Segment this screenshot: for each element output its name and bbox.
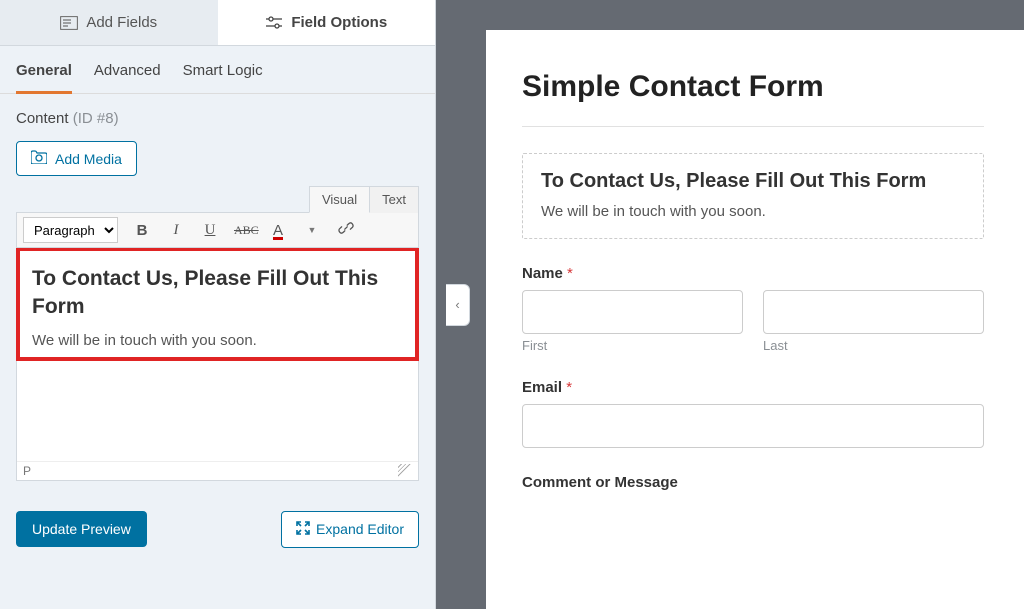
editor-tabs: Visual Text (16, 186, 419, 213)
comment-label: Comment or Message (522, 474, 984, 491)
comment-field-group: Comment or Message (522, 474, 984, 491)
intro-paragraph: We will be in touch with you soon. (541, 203, 965, 220)
content-id: (ID #8) (73, 110, 119, 127)
preview-page: Simple Contact Form To Contact Us, Pleas… (486, 30, 1024, 609)
add-media-button[interactable]: Add Media (16, 141, 137, 176)
text-color-button[interactable]: A (268, 222, 288, 239)
editor-toolbar: Paragraph B I U ABC A ▼ (16, 212, 419, 248)
tab-label: Field Options (291, 14, 387, 31)
email-field-group: Email * (522, 379, 984, 448)
top-tabs: Add Fields Field Options (0, 0, 435, 46)
preview-canvas: Simple Contact Form To Contact Us, Pleas… (456, 0, 1024, 609)
editor-bottom[interactable]: P (16, 361, 419, 481)
divider (522, 126, 984, 127)
intro-heading: To Contact Us, Please Fill Out This Form (541, 170, 965, 193)
underline-button[interactable]: U (200, 222, 220, 239)
expand-editor-label: Expand Editor (316, 521, 404, 537)
editor-tab-visual[interactable]: Visual (309, 186, 370, 213)
editor-status-bar: P (17, 461, 418, 480)
form-title: Simple Contact Form (522, 70, 984, 104)
last-sublabel: Last (763, 338, 984, 353)
sub-tab-smartlogic[interactable]: Smart Logic (183, 62, 263, 93)
tab-label: Add Fields (86, 14, 157, 31)
required-mark: * (567, 265, 573, 282)
editor-heading: To Contact Us, Please Fill Out This Form (32, 265, 403, 322)
content-label: Content (ID #8) (16, 110, 419, 127)
sub-tab-general[interactable]: General (16, 62, 72, 94)
content-section: Content (ID #8) Add Media Visual Text Pa… (0, 94, 435, 497)
editor-tab-text[interactable]: Text (369, 186, 419, 213)
editor-textarea[interactable]: To Contact Us, Please Fill Out This Form… (16, 248, 419, 361)
last-name-input[interactable] (763, 290, 984, 334)
sub-tabs: General Advanced Smart Logic (0, 46, 435, 94)
action-row: Update Preview Expand Editor (0, 497, 435, 562)
splitter[interactable]: ‹ (436, 0, 456, 609)
editor-paragraph: We will be in touch with you soon. (32, 332, 403, 349)
italic-button[interactable]: I (166, 222, 186, 239)
bold-button[interactable]: B (132, 222, 152, 239)
media-icon (31, 150, 47, 167)
chevron-left-icon: ‹ (455, 297, 459, 312)
link-button[interactable] (336, 220, 356, 241)
add-fields-icon (60, 16, 78, 30)
sidebar-panel: Add Fields Field Options General Advance… (0, 0, 436, 609)
email-input[interactable] (522, 404, 984, 448)
tab-field-options[interactable]: Field Options (218, 0, 436, 45)
add-media-label: Add Media (55, 151, 122, 167)
field-options-icon (265, 16, 283, 30)
tab-add-fields[interactable]: Add Fields (0, 0, 218, 45)
expand-editor-button[interactable]: Expand Editor (281, 511, 419, 548)
collapse-handle[interactable]: ‹ (446, 284, 470, 326)
required-mark: * (566, 379, 572, 396)
strike-button[interactable]: ABC (234, 223, 254, 238)
first-name-input[interactable] (522, 290, 743, 334)
update-preview-button[interactable]: Update Preview (16, 511, 147, 547)
expand-icon (296, 521, 310, 538)
status-path: P (23, 464, 31, 478)
content-label-text: Content (16, 110, 69, 127)
sub-tab-advanced[interactable]: Advanced (94, 62, 161, 93)
email-label: Email * (522, 379, 984, 396)
format-select[interactable]: Paragraph (23, 217, 118, 243)
text-color-caret-icon[interactable]: ▼ (302, 225, 322, 235)
intro-content-block[interactable]: To Contact Us, Please Fill Out This Form… (522, 153, 984, 239)
name-label: Name * (522, 265, 984, 282)
resize-grip-icon[interactable] (398, 464, 412, 478)
first-sublabel: First (522, 338, 743, 353)
name-field-group: Name * First Last (522, 265, 984, 353)
